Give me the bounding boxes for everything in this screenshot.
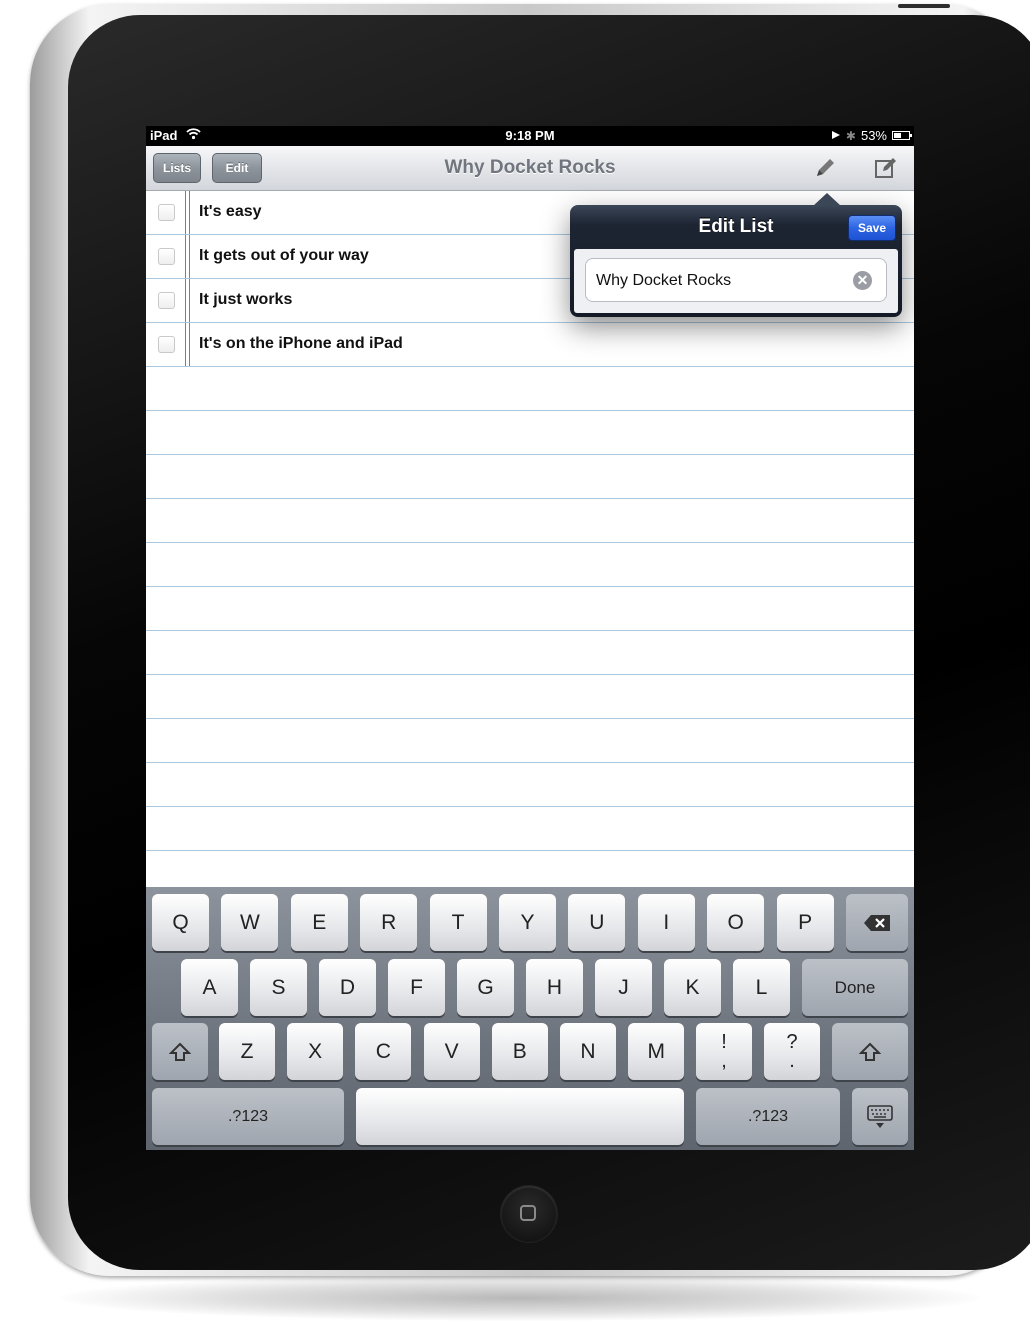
save-button[interactable]: Save (848, 215, 896, 241)
key-question-period[interactable]: ? . (764, 1023, 820, 1080)
compose-icon[interactable] (872, 155, 898, 181)
list-name-field[interactable]: Why Docket Rocks ✕ (585, 258, 887, 302)
key-e[interactable]: E (290, 894, 348, 951)
key-s[interactable]: S (250, 959, 307, 1016)
space-bar[interactable] (356, 1088, 684, 1145)
key-a[interactable]: A (181, 959, 238, 1016)
key-exclaim-comma[interactable]: ! , (696, 1023, 752, 1080)
list-item[interactable]: It's on the iPhone and iPad (146, 323, 914, 367)
item-checkbox[interactable] (158, 204, 175, 221)
key-f[interactable]: F (388, 959, 445, 1016)
bluetooth-icon: ✱ (845, 128, 856, 143)
status-bar: iPad 9:18 PM ✱ 53% (146, 126, 914, 146)
location-arrow-icon (831, 128, 841, 143)
edit-list-popover: Edit List Save Why Docket Rocks ✕ (570, 193, 902, 317)
key-i[interactable]: I (637, 894, 695, 951)
home-button-icon[interactable] (501, 1186, 557, 1242)
item-checkbox[interactable] (158, 336, 175, 353)
key-top-char: ! (721, 1030, 727, 1053)
done-key[interactable]: Done (802, 959, 908, 1016)
empty-row (146, 455, 914, 499)
device-shadow (60, 1275, 980, 1321)
item-text: It's easy (199, 203, 262, 220)
key-w[interactable]: W (221, 894, 279, 951)
keyboard-dismiss-icon[interactable] (852, 1088, 908, 1145)
item-text: It gets out of your way (199, 247, 369, 264)
item-checkbox[interactable] (158, 248, 175, 265)
empty-row (146, 587, 914, 631)
clock: 9:18 PM (505, 128, 555, 143)
key-l[interactable]: L (733, 959, 790, 1016)
numbers-key[interactable]: .?123 (152, 1088, 344, 1145)
navigation-bar: Lists Edit Why Docket Rocks (146, 146, 914, 191)
empty-row (146, 367, 914, 411)
numbers-key[interactable]: .?123 (696, 1088, 840, 1145)
page-title: Why Docket Rocks (444, 157, 616, 178)
key-j[interactable]: J (595, 959, 652, 1016)
shift-icon[interactable] (832, 1023, 908, 1080)
empty-row (146, 411, 914, 455)
pencil-icon[interactable] (812, 155, 838, 181)
key-r[interactable]: R (360, 894, 418, 951)
popover-arrow (813, 193, 841, 206)
key-x[interactable]: X (287, 1023, 344, 1080)
key-top-char: ? (786, 1030, 798, 1053)
key-k[interactable]: K (664, 959, 721, 1016)
battery-percent: 53% (860, 128, 887, 143)
key-q[interactable]: Q (152, 894, 209, 951)
key-y[interactable]: Y (499, 894, 556, 951)
list-name-value[interactable]: Why Docket Rocks (596, 272, 731, 290)
key-n[interactable]: N (560, 1023, 616, 1080)
item-checkbox[interactable] (158, 292, 175, 309)
key-m[interactable]: M (628, 1023, 685, 1080)
key-o[interactable]: O (707, 894, 765, 951)
screen: iPad 9:18 PM ✱ 53% Lists Edit Why Docket… (146, 126, 914, 1150)
battery-icon (892, 131, 912, 140)
key-g[interactable]: G (457, 959, 514, 1016)
key-d[interactable]: D (319, 959, 376, 1016)
key-v[interactable]: V (423, 1023, 480, 1080)
key-u[interactable]: U (568, 894, 626, 951)
item-text: It just works (199, 291, 293, 308)
empty-row (146, 675, 914, 719)
shift-icon[interactable] (152, 1023, 208, 1080)
key-h[interactable]: H (526, 959, 583, 1016)
key-bottom-char: . (789, 1049, 795, 1072)
empty-row (146, 631, 914, 675)
sleep-button (898, 4, 950, 8)
clear-icon[interactable]: ✕ (853, 271, 872, 290)
empty-row (146, 499, 914, 543)
key-bottom-char: , (721, 1049, 727, 1072)
empty-row (146, 807, 914, 851)
empty-row (146, 719, 914, 763)
backspace-icon[interactable] (846, 894, 908, 951)
popover-body: Why Docket Rocks ✕ (574, 249, 898, 313)
key-z[interactable]: Z (219, 1023, 275, 1080)
key-p[interactable]: P (776, 894, 834, 951)
key-c[interactable]: C (355, 1023, 412, 1080)
empty-row (146, 543, 914, 587)
empty-row (146, 763, 914, 807)
key-t[interactable]: T (429, 894, 487, 951)
item-text: It's on the iPhone and iPad (199, 335, 403, 352)
keyboard: QWERTYUIOP ASDFGHJKL Done ZXCVBNM ! , ? … (146, 887, 914, 1150)
key-b[interactable]: B (491, 1023, 548, 1080)
